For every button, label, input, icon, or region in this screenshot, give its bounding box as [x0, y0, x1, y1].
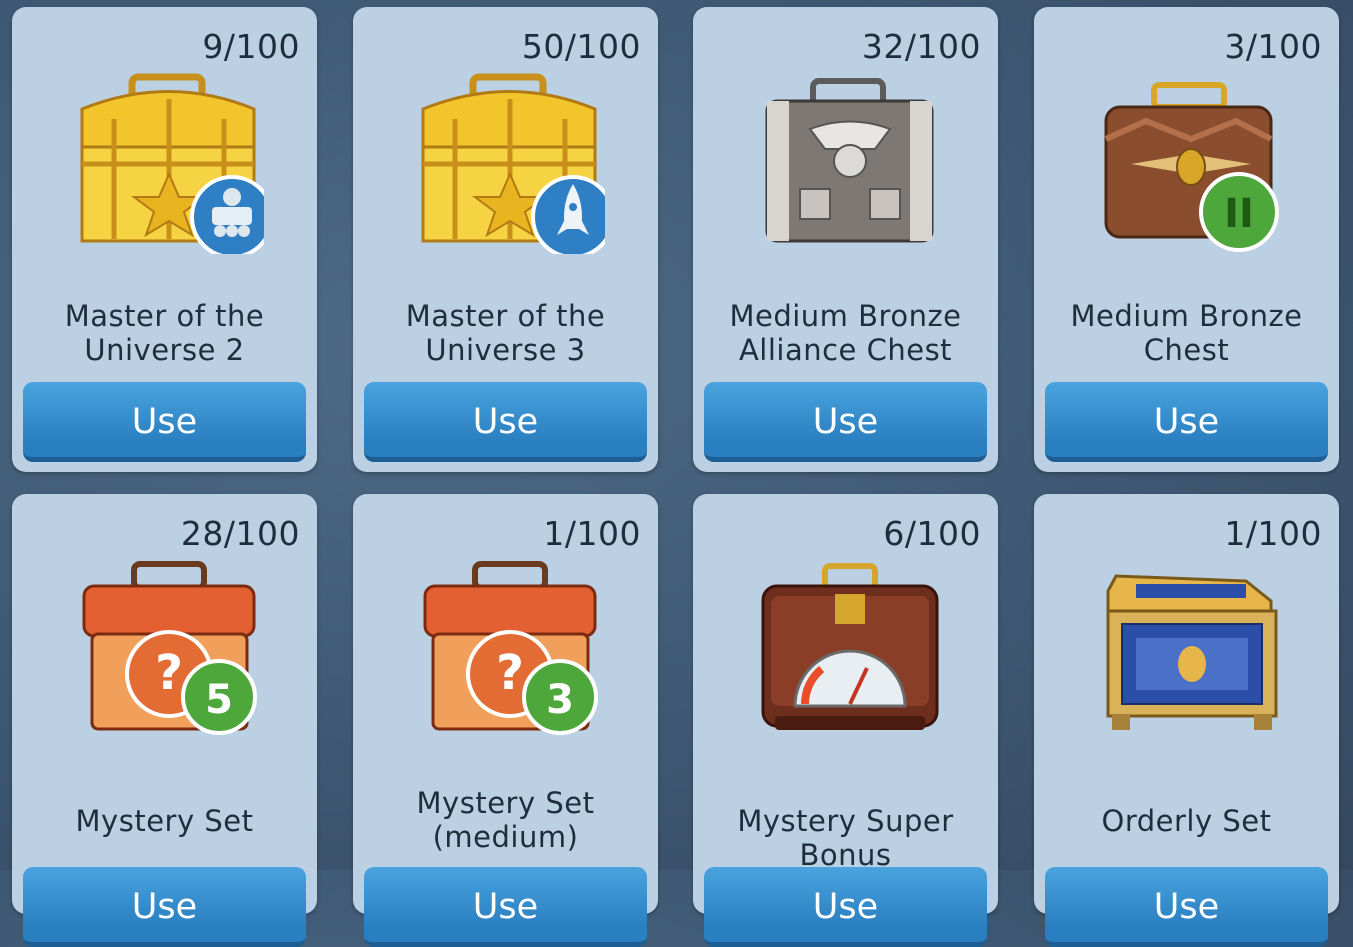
use-button[interactable]: Use — [23, 867, 306, 947]
item-name: Master of the Universe 2 — [64, 299, 265, 367]
silver-briefcase-icon — [755, 69, 945, 254]
use-button[interactable]: Use — [704, 867, 987, 947]
use-button[interactable]: Use — [364, 867, 647, 947]
item-count: 9/100 — [202, 27, 300, 66]
badge-number: 3 — [546, 677, 574, 723]
item-card-medium-bronze-chest: 3/100 II Medium Bronze Chest Use — [1034, 7, 1339, 472]
svg-text:?: ? — [496, 645, 524, 701]
item-count: 6/100 — [883, 514, 981, 553]
svg-text:?: ? — [155, 645, 183, 701]
gauge-chest-icon — [755, 556, 945, 741]
item-card-orderly-set: 1/100 Orderly Set Use — [1034, 494, 1339, 947]
item-name: Master of the Universe 3 — [405, 299, 606, 367]
item-count: 32/100 — [861, 27, 981, 66]
use-button[interactable]: Use — [704, 382, 987, 462]
item-card-mystery-super-bonus: 6/100 Mystery Super Bonus Use — [693, 494, 998, 947]
item-count: 28/100 — [180, 514, 300, 553]
item-count: 1/100 — [543, 514, 641, 553]
item-count: 1/100 — [1224, 514, 1322, 553]
item-card-mystery-set-medium: 1/100 ? 3 Mystery Set (medium) Use — [353, 494, 658, 947]
use-button[interactable]: Use — [1045, 867, 1328, 947]
item-name: Medium Bronze Alliance Chest — [729, 299, 962, 367]
use-button[interactable]: Use — [364, 382, 647, 462]
item-name: Mystery Set — [75, 804, 254, 838]
use-button[interactable]: Use — [1045, 382, 1328, 462]
item-count: 50/100 — [521, 27, 641, 66]
item-count: 3/100 — [1224, 27, 1322, 66]
badge-number: 5 — [205, 677, 233, 723]
item-name: Mystery Set (medium) — [416, 786, 595, 854]
mystery-box-icon: ? 5 — [74, 556, 264, 741]
svg-text:II: II — [1224, 191, 1254, 237]
golden-chest-icon — [415, 69, 615, 259]
item-card-mystery-set: 28/100 ? 5 Mystery Set Use — [12, 494, 317, 947]
item-name: Medium Bronze Chest — [1070, 299, 1303, 367]
egyptian-chest-icon — [1096, 556, 1286, 741]
use-button[interactable]: Use — [23, 382, 306, 462]
item-card-medium-bronze-alliance-chest: 32/100 Medium Bronze Alliance Chest Use — [693, 7, 998, 472]
item-card-master-universe-2: 9/100 Master of the Universe 2 Use — [12, 7, 317, 472]
item-card-master-universe-3: 50/100 Master of the Universe 3 Use — [353, 7, 658, 472]
item-name: Mystery Super Bonus — [737, 804, 954, 872]
mystery-box-icon: ? 3 — [415, 556, 605, 741]
bronze-briefcase-icon: II — [1096, 69, 1286, 254]
item-name: Orderly Set — [1101, 804, 1272, 838]
golden-chest-icon — [74, 69, 274, 259]
